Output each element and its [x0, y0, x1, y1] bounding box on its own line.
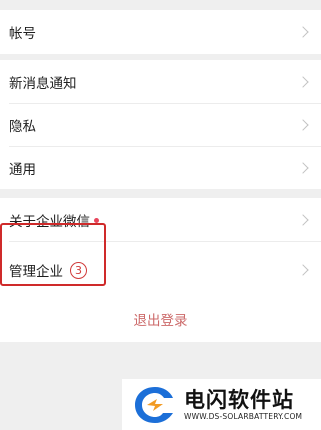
settings-item-account[interactable]: 帐号 — [0, 10, 321, 54]
watermark-url: WWW.DS-SOLARBATTERY.COM — [184, 411, 303, 421]
settings-item-label: 帐号 — [9, 26, 36, 42]
settings-item-about[interactable]: 关于企业微信 — [0, 198, 321, 241]
chevron-right-icon — [297, 75, 309, 88]
settings-item-privacy[interactable]: 隐私 — [0, 103, 321, 146]
general-settings-group: 新消息通知 隐私 通用 — [0, 60, 321, 189]
settings-item-label: 管理企业 — [9, 264, 63, 280]
about-settings-group: 关于企业微信 管理企业 3 — [0, 198, 321, 299]
watermark: 电闪软件站 WWW.DS-SOLARBATTERY.COM — [122, 379, 321, 430]
account-group: 帐号 — [0, 10, 321, 54]
settings-item-new-message-notification[interactable]: 新消息通知 — [0, 60, 321, 103]
step-number-badge: 3 — [70, 261, 87, 279]
chevron-right-icon — [297, 161, 309, 174]
settings-item-label: 通用 — [9, 161, 36, 178]
watermark-title: 电闪软件站 — [184, 387, 294, 412]
logout-button[interactable]: 退出登录 — [0, 296, 321, 342]
chevron-right-icon — [297, 264, 309, 276]
site-logo-icon — [135, 386, 173, 423]
settings-item-label: 新消息通知 — [9, 75, 77, 92]
chevron-right-icon — [297, 118, 309, 131]
chevron-right-icon — [297, 26, 309, 38]
settings-item-manage-enterprise[interactable]: 管理企业 3 — [0, 241, 321, 299]
logout-label: 退出登录 — [133, 313, 188, 329]
settings-item-label: 隐私 — [9, 118, 36, 135]
settings-item-label: 关于企业微信 — [9, 213, 90, 230]
chevron-right-icon — [297, 213, 309, 226]
settings-item-general[interactable]: 通用 — [0, 146, 321, 189]
new-indicator-dot — [94, 217, 99, 223]
